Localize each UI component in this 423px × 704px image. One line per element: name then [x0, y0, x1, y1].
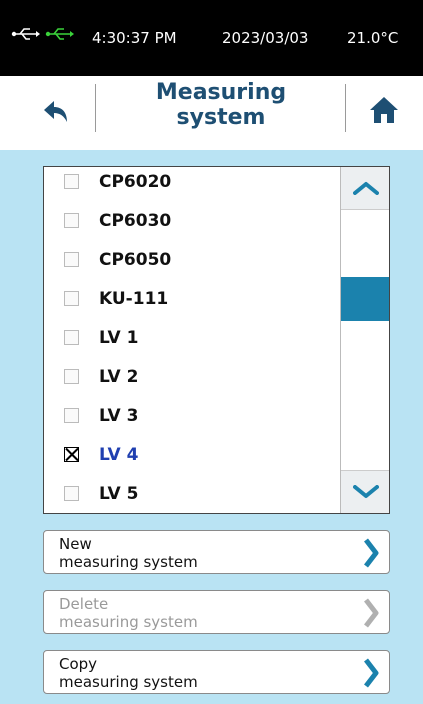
checkbox[interactable] — [64, 252, 79, 267]
measuring-system-list: CP6020 CP6030 CP6050 KU-111 LV 1 LV 2 LV… — [43, 166, 390, 514]
list-item[interactable]: LV 2 — [44, 357, 339, 396]
delete-measuring-system-button[interactable]: Delete measuring system — [43, 590, 390, 634]
list-item-label: KU-111 — [99, 288, 169, 309]
list-item[interactable]: LV 5 — [44, 474, 339, 513]
list-item[interactable]: LV 3 — [44, 396, 339, 435]
home-icon — [370, 97, 398, 123]
list-item-label: LV 5 — [99, 483, 139, 504]
checkbox[interactable] — [64, 213, 79, 228]
list-item-label: LV 3 — [99, 405, 139, 426]
header-divider-right — [345, 84, 346, 132]
scroll-up-button[interactable] — [341, 167, 389, 210]
list-item[interactable]: KU-111 — [44, 279, 339, 318]
checkbox[interactable] — [64, 174, 79, 189]
list-item-selected[interactable]: LV 4 — [44, 435, 339, 474]
status-time: 4:30:37 PM — [92, 29, 177, 47]
chevron-right-icon — [364, 538, 379, 568]
checkbox[interactable] — [64, 369, 79, 384]
list-item-label: LV 1 — [99, 327, 139, 348]
status-bar: 4:30:37 PM 2023/03/03 21.0°C — [0, 0, 423, 76]
checkbox[interactable] — [64, 330, 79, 345]
page-title: Measuring system — [155, 80, 287, 130]
back-button[interactable] — [36, 92, 76, 132]
chevron-right-icon — [364, 598, 379, 628]
scroll-down-button[interactable] — [341, 470, 389, 513]
status-temperature: 21.0°C — [347, 29, 399, 47]
home-button[interactable] — [364, 90, 404, 130]
status-date: 2023/03/03 — [222, 29, 309, 47]
chevron-right-icon — [364, 658, 379, 688]
checkbox[interactable] — [64, 408, 79, 423]
list-item-label: LV 2 — [99, 366, 139, 387]
back-arrow-icon — [44, 101, 67, 122]
list-item-label: CP6030 — [99, 210, 172, 231]
new-measuring-system-button[interactable]: New measuring system — [43, 530, 390, 574]
list-item[interactable]: LV 1 — [44, 318, 339, 357]
scrollbar-thumb[interactable] — [341, 277, 389, 321]
checkbox[interactable] — [64, 486, 79, 501]
copy-measuring-system-button[interactable]: Copy measuring system — [43, 650, 390, 694]
scrollbar[interactable] — [340, 167, 389, 513]
checkbox-checked[interactable] — [64, 447, 79, 462]
list-item-label: CP6050 — [99, 249, 172, 270]
list-item[interactable]: CP6050 — [44, 240, 339, 279]
list-items: CP6020 CP6030 CP6050 KU-111 LV 1 LV 2 LV… — [44, 167, 339, 513]
chevron-down-icon — [352, 485, 379, 498]
header: Measuring system — [0, 76, 423, 150]
list-item-label: CP6020 — [99, 171, 172, 192]
list-item[interactable]: CP6020 — [44, 167, 339, 201]
list-item-label: LV 4 — [99, 444, 139, 465]
chevron-up-icon — [352, 182, 379, 195]
list-item[interactable]: CP6030 — [44, 201, 339, 240]
usb-icon — [11, 28, 74, 40]
checkbox[interactable] — [64, 291, 79, 306]
